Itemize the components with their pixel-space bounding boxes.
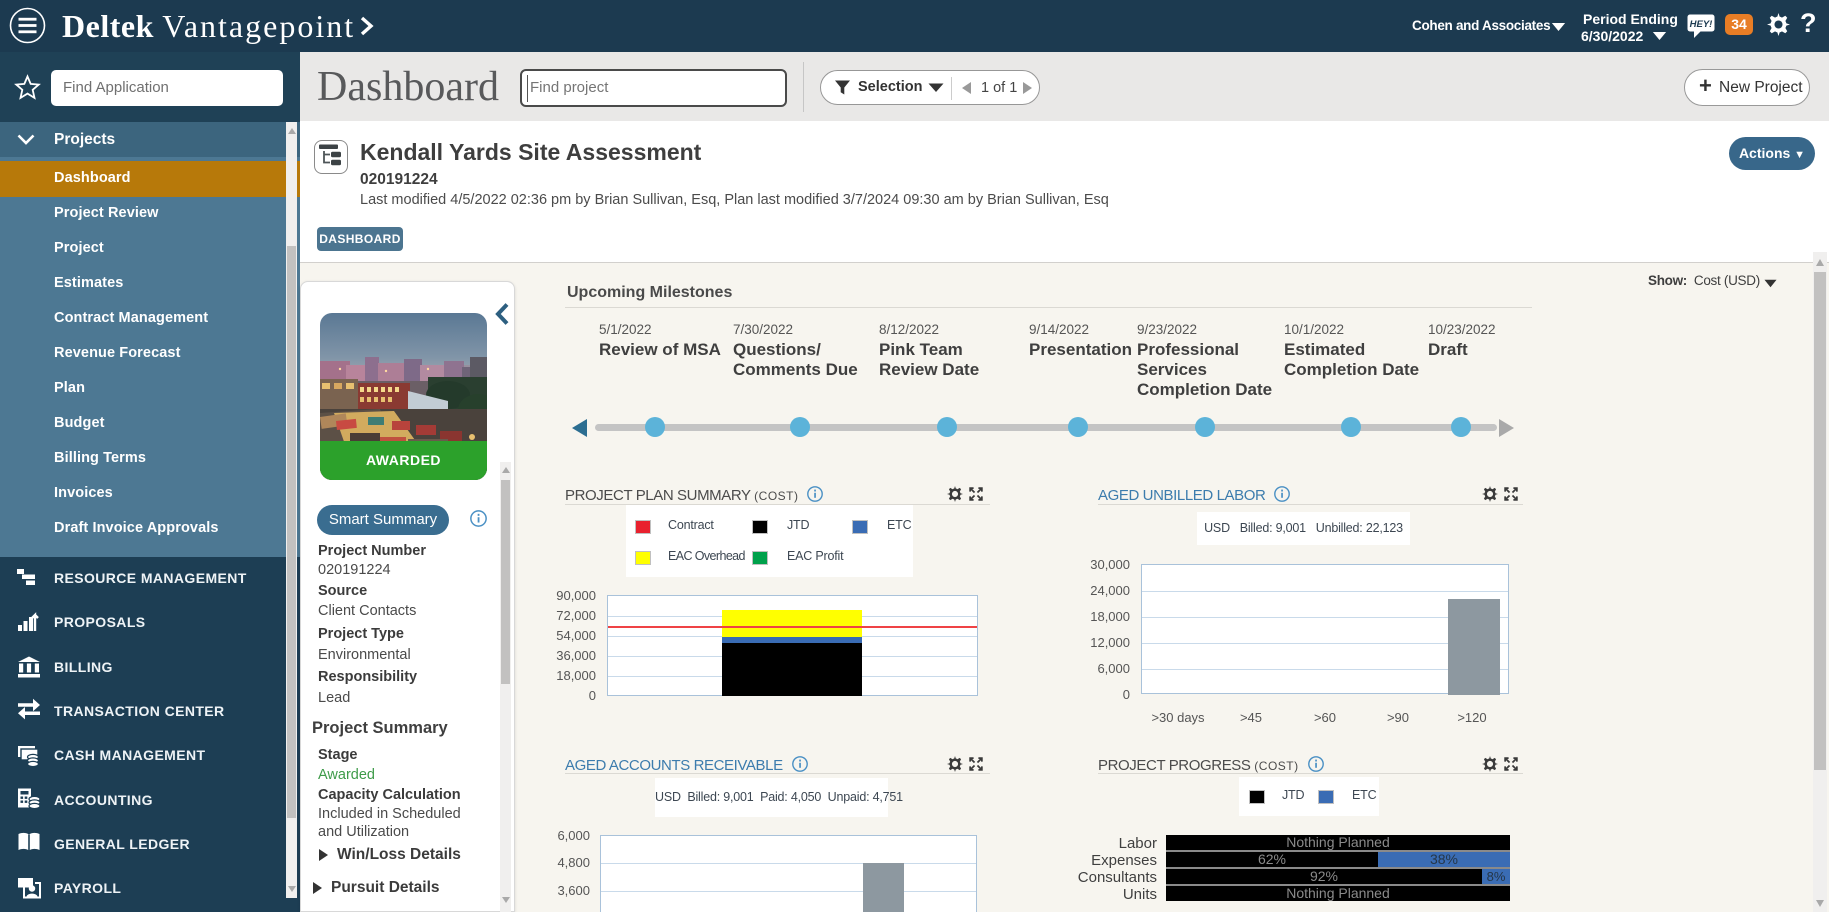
svg-text:HEY!: HEY! bbox=[1690, 19, 1713, 30]
